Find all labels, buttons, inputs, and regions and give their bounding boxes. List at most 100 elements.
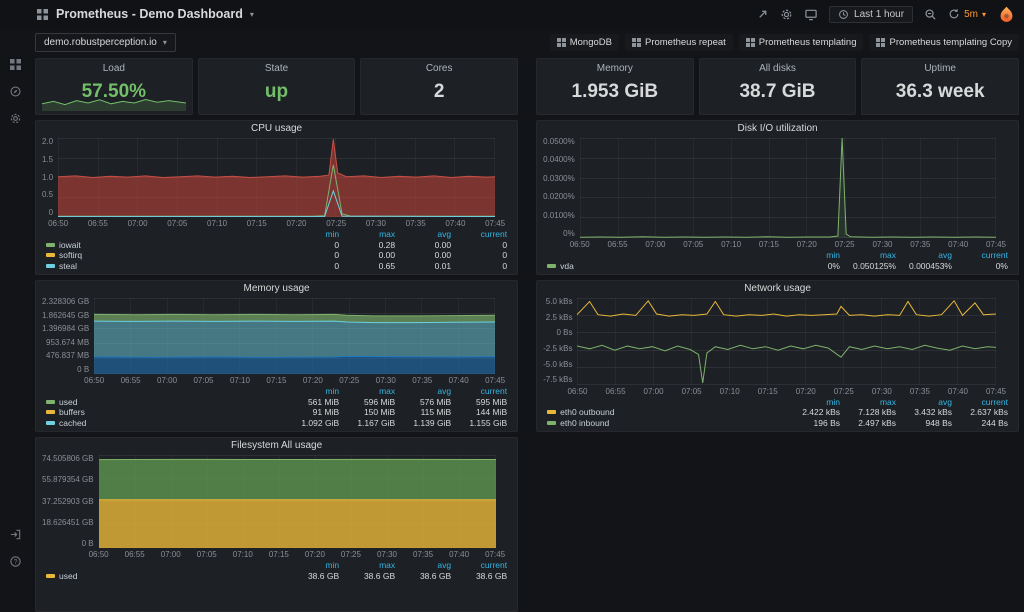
series-color-swatch — [46, 421, 55, 425]
legend-value: 0.00 — [339, 250, 395, 261]
legend-series-toggle[interactable]: used — [46, 397, 283, 408]
panel-title[interactable]: Load — [36, 59, 192, 74]
x-axis-tick: 07:10 — [207, 219, 227, 228]
series-color-swatch — [547, 421, 556, 425]
legend-row: vda0%0.050125%0.000453%0% — [547, 261, 1008, 272]
legend-series-toggle[interactable]: steal — [46, 261, 283, 272]
x-axis-tick: 06:55 — [125, 550, 145, 559]
x-axis-tick: 07:15 — [758, 387, 778, 396]
panel-title[interactable]: Disk I/O utilization — [537, 121, 1018, 136]
legend-value: 244 Bs — [952, 418, 1008, 429]
sidebar-dashboards-icon[interactable] — [9, 58, 22, 71]
host-variable-dropdown[interactable]: demo.robustperception.io ▾ — [35, 33, 176, 52]
x-axis-tick: 07:25 — [326, 219, 346, 228]
legend-header: max — [840, 250, 896, 261]
x-axis-tick: 07:05 — [197, 550, 217, 559]
x-axis-tick: 07:35 — [412, 376, 432, 385]
left-chart-column: CPU usage 2.01.51.00.50 06:5006:5507:000… — [35, 120, 518, 612]
legend-series-toggle[interactable]: vda — [547, 261, 784, 272]
x-axis-tick: 07:45 — [485, 376, 505, 385]
legend-header: current — [451, 229, 507, 240]
legend-value: 2.422 kBs — [784, 407, 840, 418]
legend-value: 0% — [784, 261, 840, 272]
x-axis-tick: 07:00 — [128, 219, 148, 228]
dashboard-link-prometheus-templating[interactable]: Prometheus templating — [739, 34, 864, 51]
panel-title[interactable]: Network usage — [537, 281, 1018, 296]
panel-cores: Cores 2 — [360, 58, 518, 115]
panel-title[interactable]: Cores — [361, 59, 517, 74]
legend-series-toggle[interactable]: eth0 outbound — [547, 407, 784, 418]
chart-plot[interactable] — [94, 298, 495, 374]
clock-icon — [838, 9, 849, 20]
y-axis-tick: 1.0 — [42, 174, 53, 182]
legend-series-toggle[interactable]: softirq — [46, 250, 283, 261]
dashboard-grid-icon — [632, 38, 641, 47]
panel-title[interactable]: CPU usage — [36, 121, 517, 136]
y-axis-tick: 74.505806 GB — [42, 455, 94, 463]
panel-title[interactable]: Filesystem All usage — [36, 438, 517, 453]
sidebar-settings-gear-icon[interactable] — [9, 112, 22, 125]
time-range-picker[interactable]: Last 1 hour — [829, 6, 913, 23]
legend-value: 196 Bs — [784, 418, 840, 429]
legend-value: 1.092 GiB — [283, 418, 339, 429]
x-axis-tick: 07:00 — [644, 387, 664, 396]
tv-kiosk-icon[interactable] — [804, 8, 818, 21]
legend-row: steal00.650.010 — [46, 261, 507, 272]
chart-svg — [577, 298, 996, 385]
legend-series-toggle[interactable]: cached — [46, 418, 283, 429]
zoom-out-icon[interactable] — [924, 8, 937, 21]
sidebar-signin-icon[interactable] — [9, 528, 22, 541]
x-axis-tick: 07:30 — [376, 376, 396, 385]
sidebar-explore-compass-icon[interactable] — [9, 85, 22, 98]
dashboard-link-mongodb[interactable]: MongoDB — [550, 34, 619, 51]
panel-network-usage: Network usage 5.0 kBs2.5 kBs0 Bs-2.5 kBs… — [536, 280, 1019, 432]
panel-title[interactable]: Memory — [537, 59, 693, 74]
refresh-picker[interactable]: 5m ▾ — [948, 8, 986, 20]
legend-row: eth0 outbound2.422 kBs7.128 kBs3.432 kBs… — [547, 407, 1008, 418]
legend-row: buffers91 MiB150 MiB115 MiB144 MiB — [46, 407, 507, 418]
grafana-logo[interactable] — [997, 5, 1016, 24]
dashboard-area: Load 57.50% State up Cores 2 Memory 1.95… — [30, 56, 1024, 576]
x-axis-tick: 07:40 — [449, 550, 469, 559]
dashboard-title[interactable]: Prometheus - Demo Dashboard — [56, 7, 243, 21]
legend-value: 948 Bs — [896, 418, 952, 429]
x-axis-tick: 07:25 — [835, 240, 855, 249]
x-axis-labels: 06:5006:5507:0007:0507:1007:1507:2007:25… — [99, 548, 496, 559]
panel-cpu-usage: CPU usage 2.01.51.00.50 06:5006:5507:000… — [35, 120, 518, 275]
y-axis-tick: 0.0100% — [543, 212, 575, 220]
sidebar-help-icon[interactable]: ? — [9, 555, 22, 568]
share-icon[interactable] — [756, 8, 769, 21]
apps-grid-icon[interactable] — [36, 8, 49, 21]
chart-plot[interactable] — [58, 138, 495, 217]
legend-header: avg — [395, 386, 451, 397]
chart-plot[interactable] — [577, 298, 996, 385]
panel-title[interactable]: Memory usage — [36, 281, 517, 296]
chart-plot[interactable] — [99, 455, 496, 548]
dashboard-link-prometheus-templating-copy[interactable]: Prometheus templating Copy — [869, 34, 1019, 51]
y-axis-labels: 74.505806 GB55.879354 GB37.252903 GB18.6… — [42, 455, 99, 548]
refresh-interval-label: 5m — [964, 9, 978, 20]
panel-title[interactable]: State — [199, 59, 355, 74]
settings-gear-icon[interactable] — [780, 8, 793, 21]
x-axis-labels: 06:5006:5507:0007:0507:1007:1507:2007:25… — [577, 385, 996, 396]
panel-title[interactable]: Uptime — [862, 59, 1018, 74]
panel-title[interactable]: All disks — [700, 59, 856, 74]
legend-value: 0 — [283, 240, 339, 251]
panel-load: Load 57.50% — [35, 58, 193, 115]
legend-header: max — [339, 386, 395, 397]
legend-value: 0.65 — [339, 261, 395, 272]
x-axis-tick: 06:50 — [570, 240, 590, 249]
legend-value: 595 MiB — [451, 397, 507, 408]
y-axis-tick: -2.5 kBs — [543, 345, 572, 353]
chart-plot[interactable] — [580, 138, 996, 238]
series-color-swatch — [46, 253, 55, 257]
dashboard-link-prometheus-repeat[interactable]: Prometheus repeat — [625, 34, 733, 51]
x-axis-tick: 07:00 — [161, 550, 181, 559]
panel-disk-io-utilization: Disk I/O utilization 0.0500%0.0400%0.030… — [536, 120, 1019, 275]
legend-series-toggle[interactable]: buffers — [46, 407, 283, 418]
legend-series-toggle[interactable]: iowait — [46, 240, 283, 251]
x-axis-tick: 07:30 — [366, 219, 386, 228]
dashboard-title-caret-icon[interactable]: ▾ — [250, 10, 254, 19]
legend-series-toggle[interactable]: eth0 inbound — [547, 418, 784, 429]
x-axis-labels: 06:5006:5507:0007:0507:1007:1507:2007:25… — [580, 238, 996, 249]
